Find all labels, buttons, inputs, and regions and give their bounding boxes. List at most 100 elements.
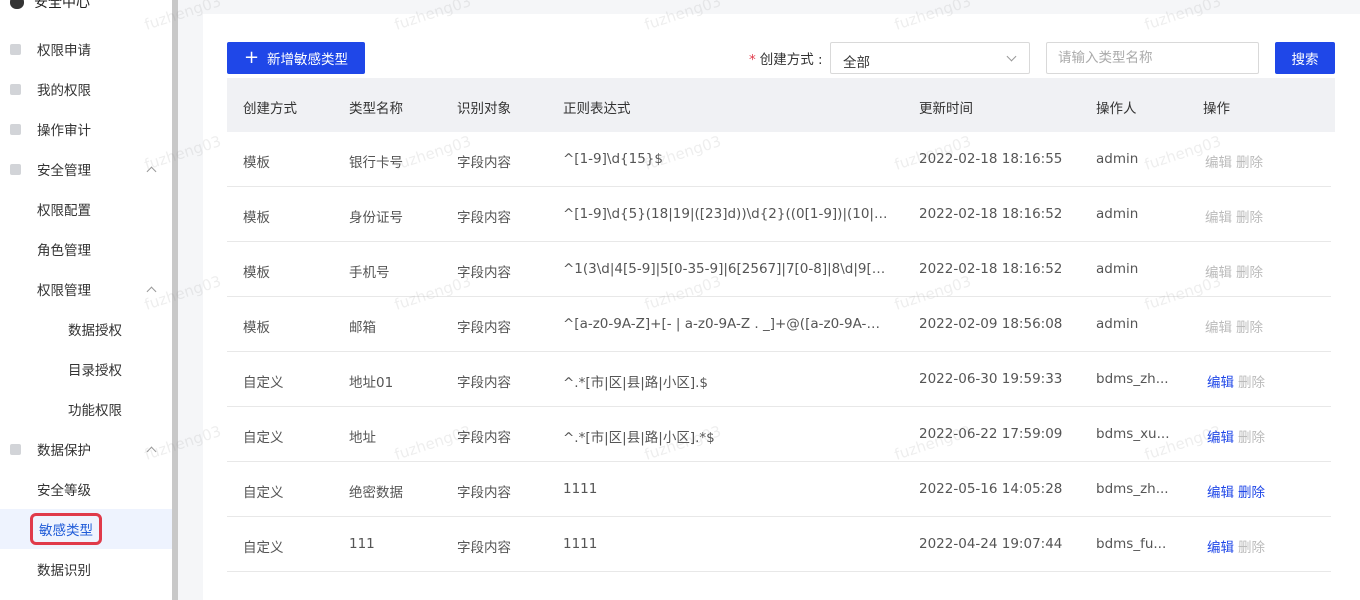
plus-icon: + bbox=[243, 47, 260, 68]
column-header: 创建方式 bbox=[243, 101, 297, 117]
cell-name: 绝密数据 bbox=[349, 485, 403, 501]
sidebar-item-role-management[interactable]: 角色管理 bbox=[0, 229, 172, 269]
cell-time: 2022-05-16 14:05:28 bbox=[919, 481, 1063, 497]
cell-regex: ^.*[市|区|县|路|小区].$ bbox=[563, 375, 708, 391]
cell-time: 2022-02-09 18:56:08 bbox=[919, 316, 1063, 332]
add-button-label: 新增敏感类型 bbox=[267, 52, 349, 68]
sidebar-item-label: 数据授权 bbox=[68, 323, 122, 339]
sidebar-item-label: 目录授权 bbox=[68, 363, 122, 379]
cell-time: 2022-06-30 19:59:33 bbox=[919, 371, 1063, 387]
cell-name: 111 bbox=[349, 536, 375, 552]
sidebar-scrollbar[interactable] bbox=[172, 0, 178, 600]
user-icon bbox=[10, 83, 21, 95]
sidebar-header[interactable]: 安全中心 bbox=[10, 0, 90, 12]
cell-method: 自定义 bbox=[243, 485, 284, 501]
sidebar-item-my-permissions[interactable]: 我的权限 bbox=[0, 69, 172, 109]
cell-target: 字段内容 bbox=[457, 155, 511, 171]
delete-link[interactable]: 删除 bbox=[1236, 316, 1263, 336]
sidebar-item-permission-apply[interactable]: 权限申请 bbox=[0, 29, 172, 69]
edit-link[interactable]: 编辑 bbox=[1207, 371, 1234, 391]
delete-link[interactable]: 删除 bbox=[1236, 261, 1263, 281]
cell-target: 字段内容 bbox=[457, 375, 511, 391]
delete-link[interactable]: 删除 bbox=[1236, 151, 1263, 171]
cell-name: 地址01 bbox=[349, 375, 394, 391]
cell-method: 自定义 bbox=[243, 430, 284, 446]
cell-operator: admin bbox=[1096, 151, 1139, 167]
edit-link[interactable]: 编辑 bbox=[1205, 261, 1232, 281]
sidebar-item-label: 角色管理 bbox=[37, 243, 91, 259]
edit-link[interactable]: 编辑 bbox=[1207, 536, 1234, 556]
cell-name: 手机号 bbox=[349, 265, 390, 281]
table-row: 模板 银行卡号 字段内容 ^[1-9]\d{15}$ 2022-02-18 18:16:… bbox=[227, 132, 1331, 187]
sidebar-header-title: 安全中心 bbox=[34, 0, 90, 11]
required-mark: * bbox=[749, 52, 756, 68]
sidebar-item-security-level[interactable]: 安全等级 bbox=[0, 469, 172, 509]
edit-link[interactable]: 编辑 bbox=[1205, 151, 1232, 171]
cell-regex: ^.*[市|区|县|路|小区].*$ bbox=[563, 430, 715, 446]
sidebar-item-permission-config[interactable]: 权限配置 bbox=[0, 189, 172, 229]
column-header: 更新时间 bbox=[919, 101, 973, 117]
cell-method: 自定义 bbox=[243, 375, 284, 391]
column-header: 正则表达式 bbox=[563, 101, 631, 117]
row-actions: 编辑 删除 bbox=[1207, 371, 1265, 391]
sidebar-item-label: 安全管理 bbox=[37, 163, 91, 179]
sidebar-item-security-management[interactable]: 安全管理 bbox=[0, 149, 172, 189]
row-actions: 编辑 删除 bbox=[1205, 316, 1263, 336]
audit-icon bbox=[10, 123, 21, 135]
sidebar-item-permission-management[interactable]: 权限管理 bbox=[0, 269, 172, 309]
chevron-down-icon bbox=[1006, 51, 1017, 62]
sidebar-item-label: 数据保护 bbox=[37, 443, 91, 459]
cell-time: 2022-04-24 19:07:44 bbox=[919, 536, 1063, 552]
table-row: 模板 手机号 字段内容 ^1(3\d|4[5-9]|5[0-35-9]|6[2567]… bbox=[227, 242, 1331, 297]
delete-link[interactable]: 删除 bbox=[1238, 426, 1265, 446]
cell-time: 2022-02-18 18:16:52 bbox=[919, 261, 1063, 277]
type-name-search-input[interactable] bbox=[1046, 42, 1259, 74]
sidebar-item-function-permissions[interactable]: 功能权限 bbox=[0, 389, 172, 429]
edit-link[interactable]: 编辑 bbox=[1207, 426, 1234, 446]
edit-link[interactable]: 编辑 bbox=[1207, 481, 1234, 501]
cell-regex: ^[a-z0-9A-Z]+[- | a-z0-9A-Z . _]+@([a-z0… bbox=[563, 316, 889, 332]
row-actions: 编辑 删除 bbox=[1207, 536, 1265, 556]
delete-link[interactable]: 删除 bbox=[1238, 536, 1265, 556]
table-header: 创建方式 类型名称 识别对象 正则表达式 更新时间 操作人 操作 bbox=[227, 78, 1335, 132]
sidebar-item-data-identification[interactable]: 数据识别 bbox=[0, 549, 172, 589]
delete-link[interactable]: 删除 bbox=[1238, 371, 1265, 391]
sidebar-item-data-protection[interactable]: 数据保护 bbox=[0, 429, 172, 469]
select-value: 全部 bbox=[843, 55, 870, 71]
cell-regex: ^1(3\d|4[5-9]|5[0-35-9]|6[2567]|7[0-8]|8… bbox=[563, 261, 889, 277]
row-actions: 编辑 删除 bbox=[1207, 426, 1265, 446]
search-button[interactable]: 搜索 bbox=[1275, 42, 1335, 74]
edit-link[interactable]: 编辑 bbox=[1205, 206, 1232, 226]
cell-target: 字段内容 bbox=[457, 485, 511, 501]
add-sensitive-type-button[interactable]: + 新增敏感类型 bbox=[227, 42, 365, 74]
sidebar-item-label: 安全等级 bbox=[37, 483, 91, 499]
edit-link[interactable]: 编辑 bbox=[1205, 316, 1232, 336]
sidebar-item-catalog-authorization[interactable]: 目录授权 bbox=[0, 349, 172, 389]
cell-method: 模板 bbox=[243, 210, 270, 226]
cell-name: 身份证号 bbox=[349, 210, 403, 226]
creation-method-select[interactable]: 全部 bbox=[830, 42, 1030, 74]
cell-operator: admin bbox=[1096, 261, 1139, 277]
row-actions: 编辑 删除 bbox=[1205, 261, 1263, 281]
sidebar-item-label: 功能权限 bbox=[68, 403, 122, 419]
delete-link[interactable]: 删除 bbox=[1238, 481, 1265, 501]
cell-name: 银行卡号 bbox=[349, 155, 403, 171]
filter-label-text: 创建方式 bbox=[759, 52, 814, 68]
cell-regex: ^[1-9]\d{15}$ bbox=[563, 151, 663, 167]
filter-label-colon: : bbox=[818, 52, 823, 68]
cell-operator: bdms_zh... bbox=[1096, 481, 1169, 497]
main-panel: + 新增敏感类型 *创建方式 : 全部 搜索 创建方式 类型名称 识别对象 正则… bbox=[142, 0, 1360, 600]
cell-operator: bdms_fu... bbox=[1096, 536, 1167, 552]
column-header: 操作 bbox=[1203, 101, 1230, 117]
cell-target: 字段内容 bbox=[457, 320, 511, 336]
sidebar: 安全中心 权限申请 我的权限 操作审计 安全管理 权限配置 角色管理 权限管理 … bbox=[0, 0, 172, 600]
watermark-text: fuzheng03 bbox=[642, 0, 724, 34]
delete-link[interactable]: 删除 bbox=[1236, 206, 1263, 226]
sidebar-item-operation-audit[interactable]: 操作审计 bbox=[0, 109, 172, 149]
cell-regex: 1111 bbox=[563, 481, 598, 497]
cell-target: 字段内容 bbox=[457, 265, 511, 281]
cell-method: 自定义 bbox=[243, 540, 284, 556]
sidebar-item-sensitive-types[interactable]: 敏感类型 bbox=[0, 509, 172, 549]
sidebar-item-data-authorization[interactable]: 数据授权 bbox=[0, 309, 172, 349]
cell-regex: ^[1-9]\d{5}(18|19|([23]d))\d{2}((0[1-9])… bbox=[563, 206, 889, 222]
